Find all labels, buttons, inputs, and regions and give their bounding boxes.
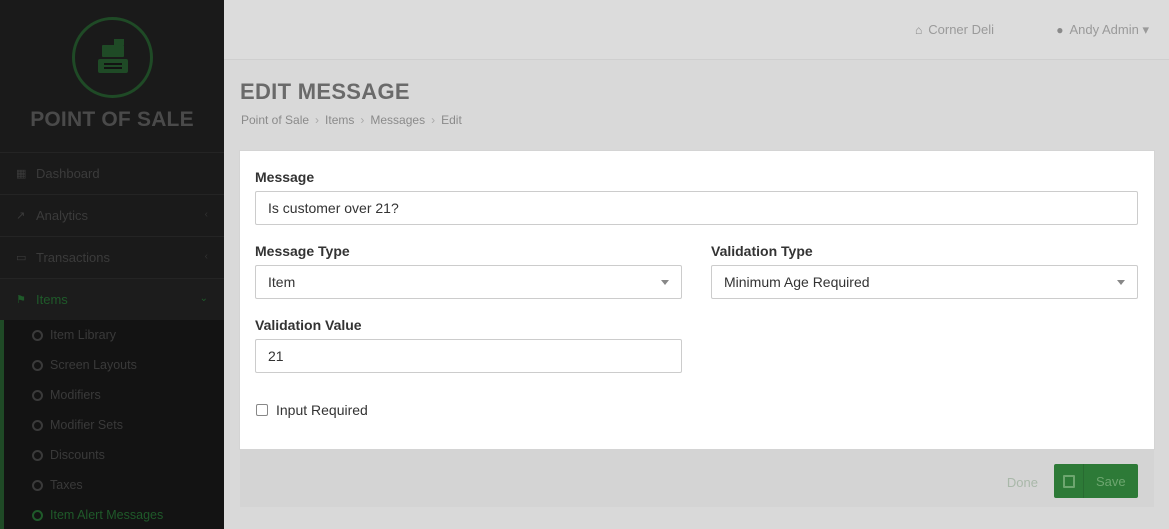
breadcrumb-item[interactable]: Messages bbox=[370, 113, 425, 127]
done-link[interactable]: Done bbox=[1007, 475, 1038, 490]
subnav-screen-layouts[interactable]: Screen Layouts bbox=[4, 350, 224, 380]
circle-icon bbox=[32, 509, 43, 521]
sidebar-item-label: Dashboard bbox=[36, 166, 100, 181]
sidebar-item-label: Items bbox=[36, 292, 68, 307]
validation-value-input[interactable]: 21 bbox=[255, 339, 682, 373]
input-required-label: Input Required bbox=[276, 402, 368, 418]
breadcrumb-separator: › bbox=[431, 113, 436, 127]
input-required-row[interactable]: Input Required bbox=[256, 402, 368, 418]
home-icon: ⌂ bbox=[915, 22, 923, 37]
sidebar-item-items[interactable]: ⚑ Items ⌄ bbox=[0, 278, 224, 320]
money-icon: ▭ bbox=[16, 252, 27, 264]
caret-down-icon bbox=[1117, 280, 1125, 285]
subnav-modifiers[interactable]: Modifiers bbox=[4, 380, 224, 410]
chevron-left-icon: ‹ bbox=[204, 209, 208, 220]
circle-icon bbox=[32, 359, 43, 371]
sidebar-item-label: Analytics bbox=[36, 208, 89, 223]
save-button-label: Save bbox=[1096, 473, 1126, 489]
sidebar: POINT OF SALE ▦ Dashboard ↗ Analytics ‹ … bbox=[0, 0, 224, 529]
circle-icon bbox=[32, 389, 43, 401]
user-menu[interactable]: ● Andy Admin ▾ bbox=[1056, 22, 1149, 38]
subnav-modifier-sets[interactable]: Modifier Sets bbox=[4, 410, 224, 440]
chevron-left-icon: ‹ bbox=[204, 251, 208, 262]
user-icon: ● bbox=[1056, 23, 1064, 37]
edit-message-form: Message Is customer over 21? Message Typ… bbox=[240, 151, 1154, 449]
validation-value-text: 21 bbox=[268, 348, 284, 364]
subnav-taxes[interactable]: Taxes bbox=[4, 470, 224, 500]
subnav-item-label: Taxes bbox=[50, 478, 83, 492]
chart-icon: ↗ bbox=[16, 210, 26, 222]
save-icon bbox=[1054, 464, 1084, 498]
subnav-item-label: Discounts bbox=[50, 448, 105, 462]
subnav-item-label: Modifiers bbox=[50, 388, 101, 402]
subnav-item-label: Item Alert Messages bbox=[50, 508, 164, 522]
breadcrumb-separator: › bbox=[360, 113, 365, 127]
store-selector[interactable]: ⌂ Corner Deli bbox=[915, 22, 994, 37]
subnav-item-label: Modifier Sets bbox=[50, 418, 123, 432]
chevron-down-icon: ⌄ bbox=[199, 293, 208, 304]
message-type-label: Message Type bbox=[255, 243, 350, 259]
circle-icon bbox=[32, 419, 43, 431]
message-label: Message bbox=[255, 169, 315, 185]
save-button[interactable]: Save bbox=[1054, 464, 1138, 498]
subnav-item-library[interactable]: Item Library bbox=[4, 320, 224, 350]
input-required-checkbox[interactable] bbox=[256, 404, 268, 416]
message-input[interactable]: Is customer over 21? bbox=[255, 191, 1138, 225]
user-name: Andy Admin ▾ bbox=[1069, 22, 1149, 37]
caret-down-icon bbox=[661, 280, 669, 285]
breadcrumb-separator: › bbox=[315, 113, 320, 127]
sidebar-nav: ▦ Dashboard ↗ Analytics ‹ ▭ Transactions… bbox=[0, 152, 224, 529]
sidebar-item-analytics[interactable]: ↗ Analytics ‹ bbox=[0, 194, 224, 236]
circle-icon bbox=[32, 329, 43, 341]
store-name: Corner Deli bbox=[928, 22, 994, 37]
subnav-item-label: Screen Layouts bbox=[50, 358, 137, 372]
validation-type-label: Validation Type bbox=[711, 243, 813, 259]
grid-icon: ▦ bbox=[16, 168, 27, 180]
message-type-value: Item bbox=[268, 274, 296, 290]
form-footer: Done Save bbox=[240, 449, 1154, 507]
app-name: POINT OF SALE bbox=[30, 108, 194, 131]
register-icon bbox=[72, 17, 153, 98]
logo[interactable]: POINT OF SALE bbox=[0, 0, 224, 152]
breadcrumb-item: Edit bbox=[441, 113, 462, 127]
tag-icon: ⚑ bbox=[16, 294, 26, 306]
circle-icon bbox=[32, 449, 43, 461]
items-subnav: Item Library Screen Layouts Modifiers Mo… bbox=[0, 320, 224, 529]
validation-value-label: Validation Value bbox=[255, 317, 362, 333]
message-input-value: Is customer over 21? bbox=[268, 200, 399, 216]
validation-type-value: Minimum Age Required bbox=[724, 274, 870, 290]
sidebar-item-dashboard[interactable]: ▦ Dashboard bbox=[0, 152, 224, 194]
circle-icon bbox=[32, 479, 43, 491]
breadcrumb-item[interactable]: Point of Sale bbox=[241, 113, 309, 127]
subnav-item-label: Item Library bbox=[50, 328, 116, 342]
message-type-select[interactable]: Item bbox=[255, 265, 682, 299]
breadcrumb: Point of Sale › Items › Messages › Edit bbox=[241, 113, 462, 127]
subnav-item-alert-messages[interactable]: Item Alert Messages bbox=[4, 500, 224, 529]
sidebar-item-label: Transactions bbox=[36, 250, 110, 265]
page-title: EDIT MESSAGE bbox=[240, 79, 410, 104]
top-bar: ⌂ Corner Deli ● Andy Admin ▾ bbox=[224, 0, 1169, 60]
subnav-discounts[interactable]: Discounts bbox=[4, 440, 224, 470]
validation-type-select[interactable]: Minimum Age Required bbox=[711, 265, 1138, 299]
sidebar-item-transactions[interactable]: ▭ Transactions ‹ bbox=[0, 236, 224, 278]
breadcrumb-item[interactable]: Items bbox=[325, 113, 354, 127]
